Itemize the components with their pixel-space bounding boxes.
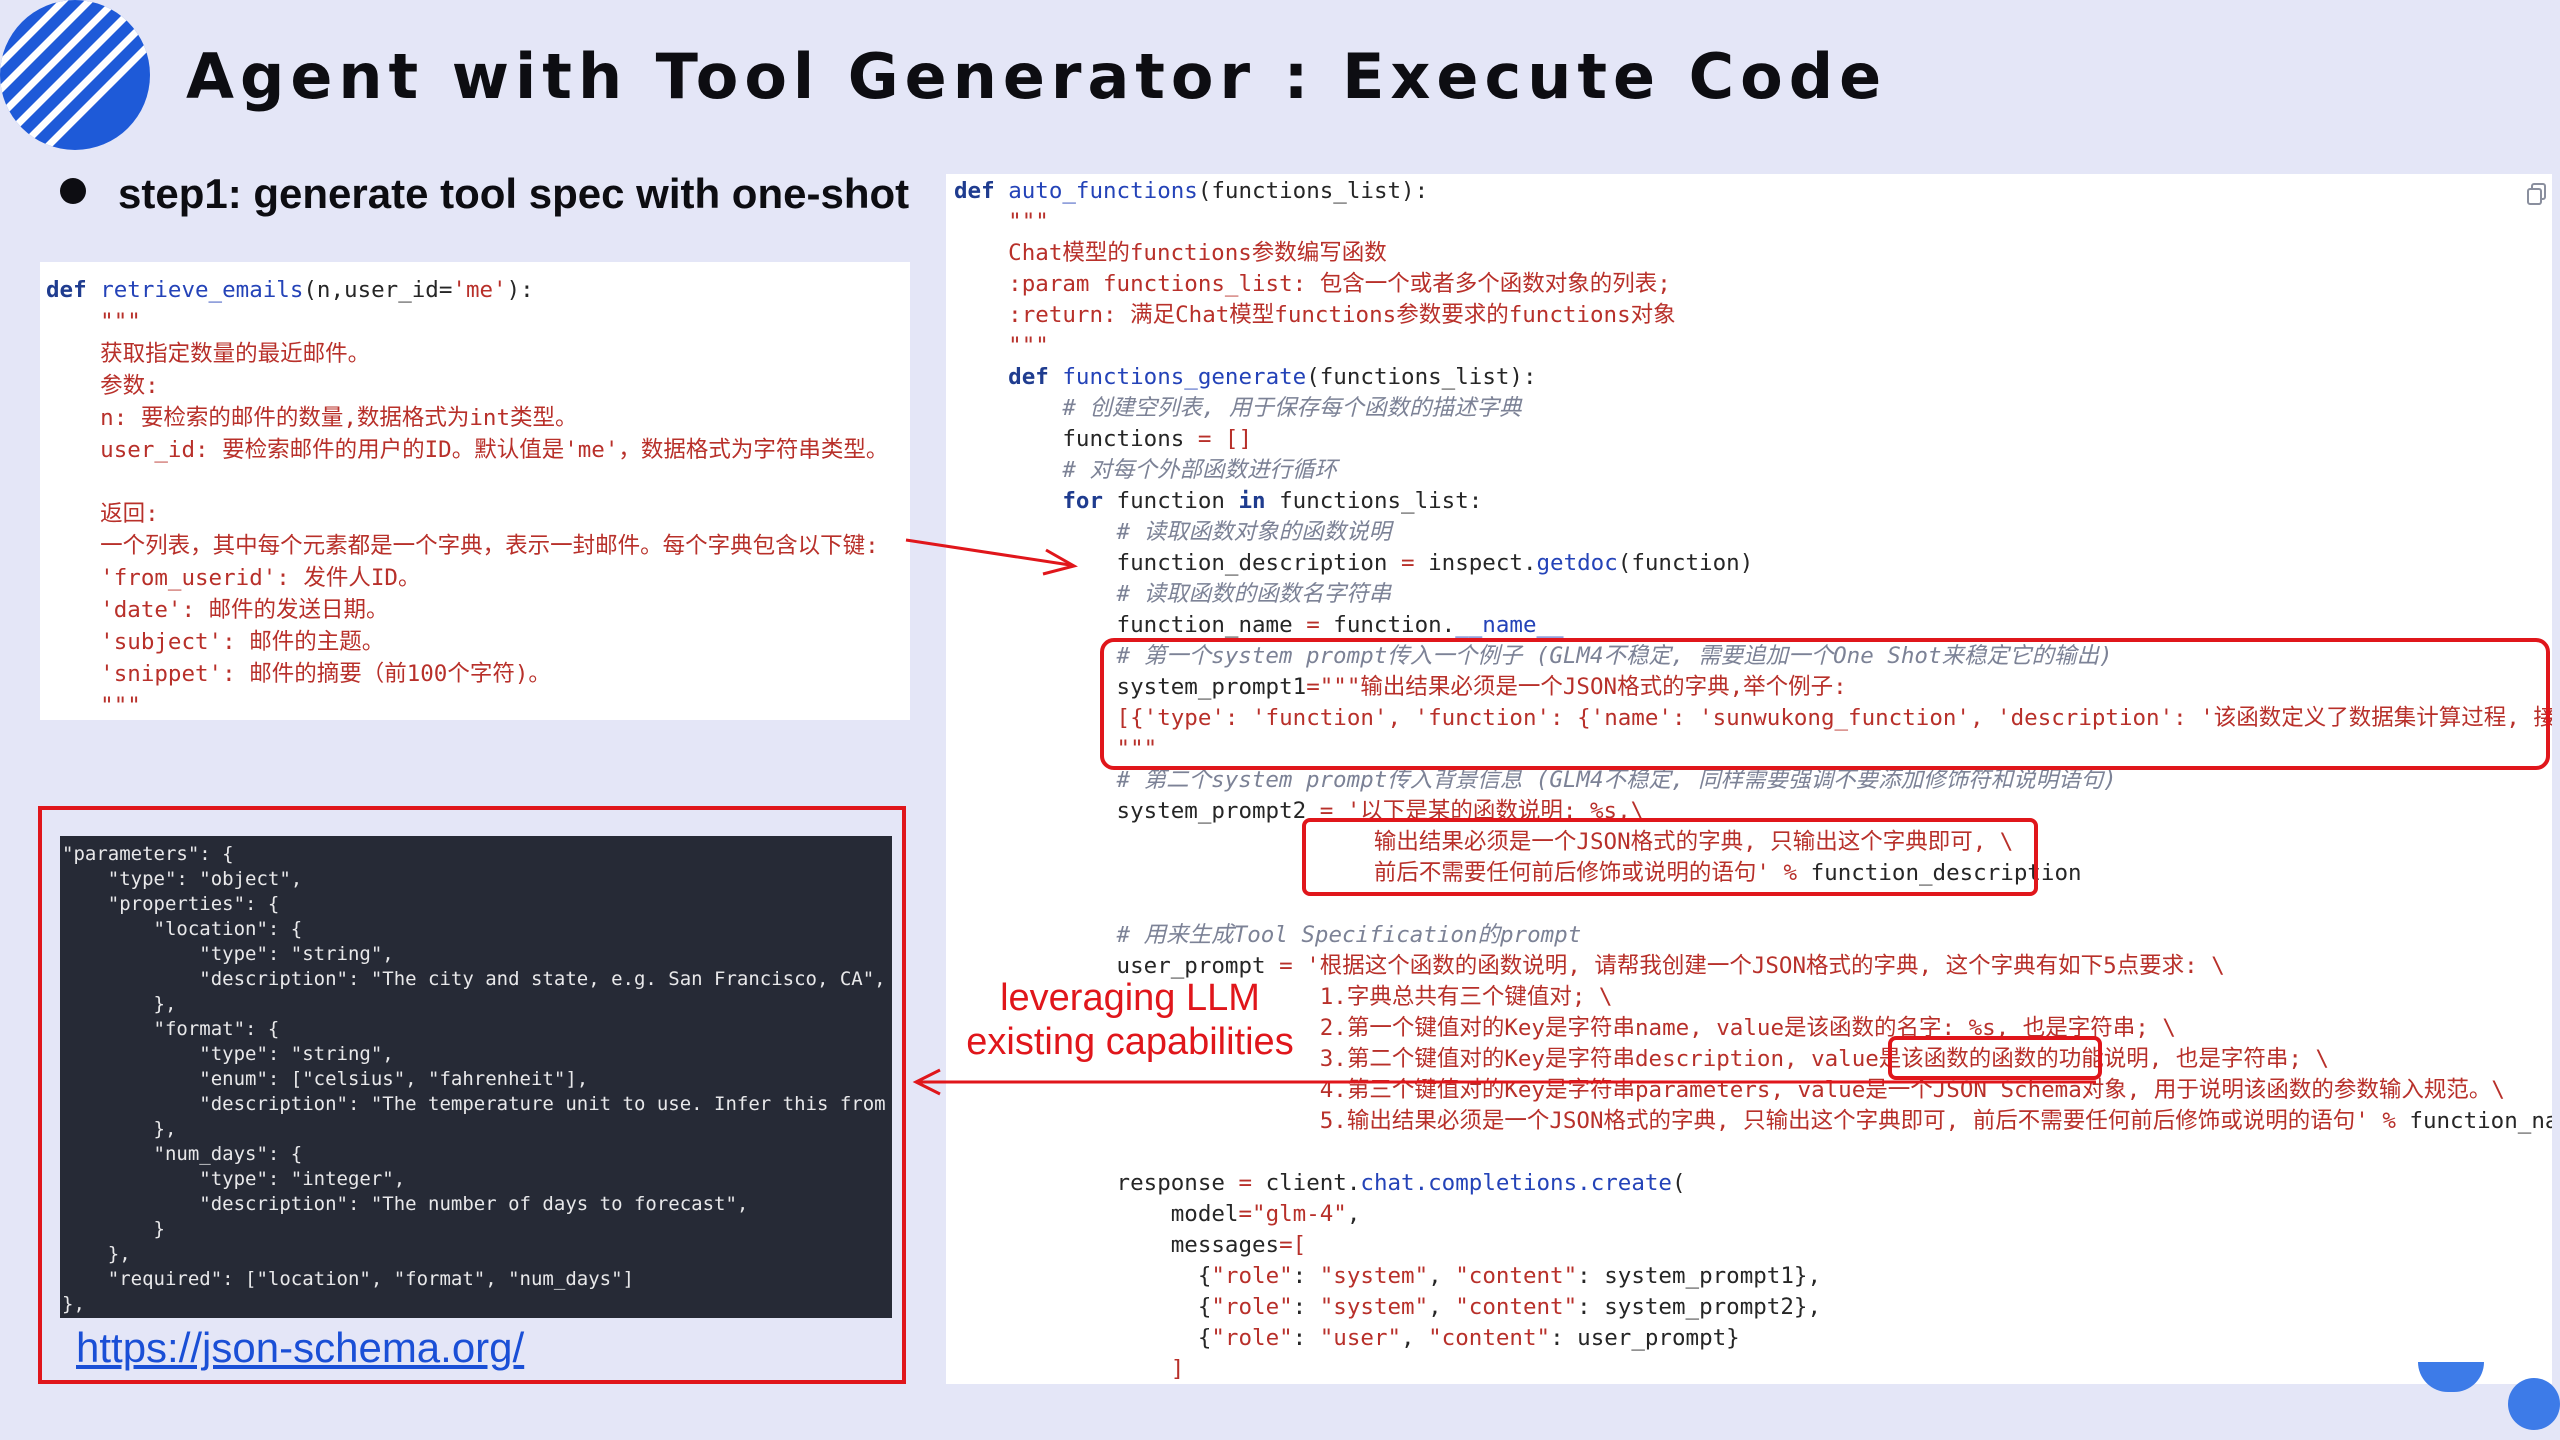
slide-title: Agent with Tool Generator : Execute Code xyxy=(186,40,1888,113)
json-schema-link[interactable]: https://json-schema.org/ xyxy=(76,1324,524,1372)
one-shot-highlight-box xyxy=(1100,638,2550,770)
bullet-icon xyxy=(60,178,86,204)
step-heading: step1: generate tool spec with one-shot xyxy=(118,170,910,217)
auto-functions-code: def auto_functions(functions_list): """ … xyxy=(954,178,2552,1382)
json-schema-code: "parameters": { "type": "object", "prope… xyxy=(62,843,886,1315)
decorative-blob-1 xyxy=(2418,1362,2484,1392)
auto-functions-code-panel: def auto_functions(functions_list): """ … xyxy=(946,174,2552,1384)
json-schema-code-panel: "parameters": { "type": "object", "prope… xyxy=(60,836,892,1318)
decorative-blob-2 xyxy=(2508,1378,2560,1430)
retrieve-emails-code-panel: def retrieve_emails(n,user_id='me'): """… xyxy=(40,262,910,720)
system-prompt2-highlight-box xyxy=(1302,818,2038,896)
json-schema-highlight-box xyxy=(1888,1036,2102,1080)
annotation-text: leveraging LLM existing capabilities xyxy=(966,977,1294,1063)
retrieve-emails-code: def retrieve_emails(n,user_id='me'): """… xyxy=(46,277,889,719)
striped-circle-logo-icon xyxy=(0,0,150,150)
json-schema-frame: "parameters": { "type": "object", "prope… xyxy=(38,806,906,1384)
